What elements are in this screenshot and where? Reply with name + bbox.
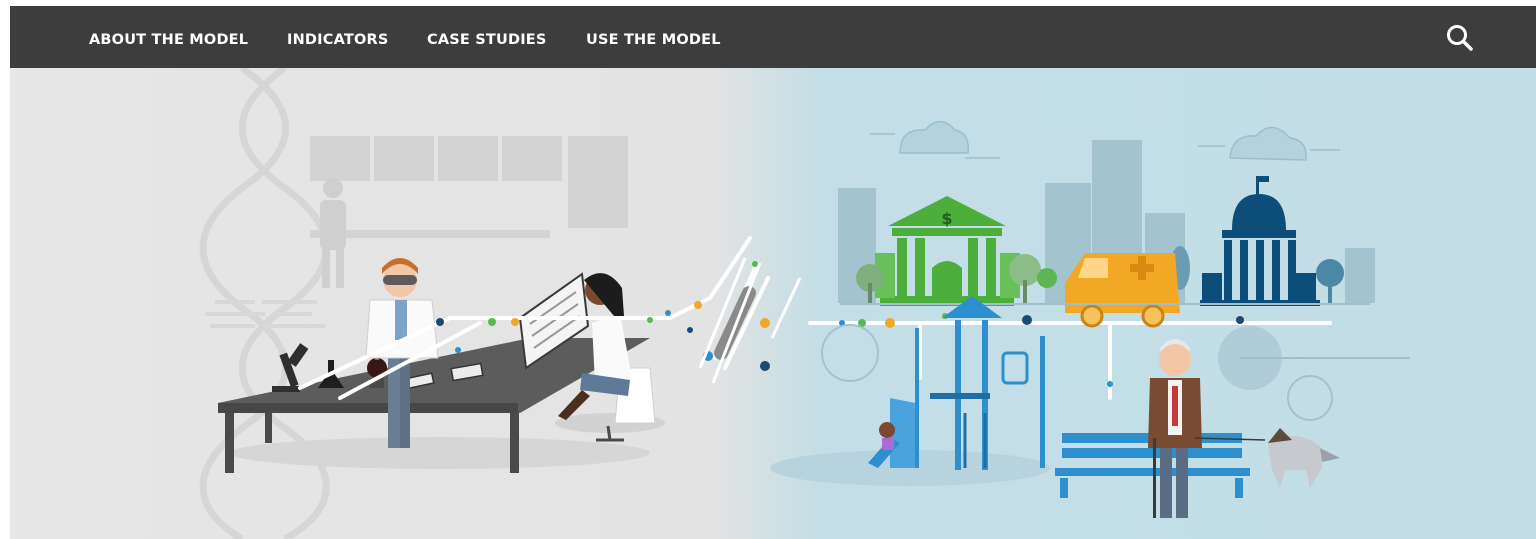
top-navigation-bar: ABOUT THE MODEL INDICATORS CASE STUDIES … xyxy=(10,6,1536,68)
nav-about-the-model[interactable]: ABOUT THE MODEL xyxy=(89,32,248,48)
hero-scene: $ xyxy=(10,65,1536,539)
page-frame: ABOUT THE MODEL INDICATORS CASE STUDIES … xyxy=(10,6,1536,539)
nav-use-the-model[interactable]: USE THE MODEL xyxy=(586,32,721,48)
nav-indicators[interactable]: INDICATORS xyxy=(287,32,389,48)
search-button[interactable] xyxy=(1444,22,1476,54)
nav-case-studies[interactable]: CASE STUDIES xyxy=(427,32,547,48)
bank-dollar-sign: $ xyxy=(941,209,952,228)
search-icon xyxy=(1447,25,1473,51)
hero-illustration: $ xyxy=(10,65,1536,539)
